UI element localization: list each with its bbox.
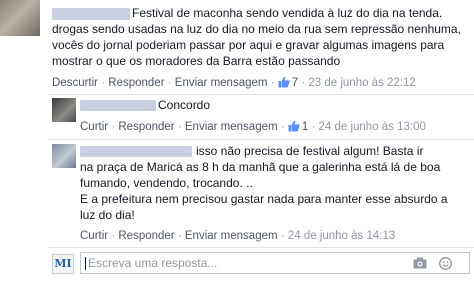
reply-text-line-2: na praça de Maricá as 8 h da manhã que a… bbox=[80, 160, 441, 174]
text-caret bbox=[85, 257, 86, 270]
separator-dot: · bbox=[177, 121, 182, 133]
separator-dot: · bbox=[167, 77, 172, 89]
separator-dot: · bbox=[177, 230, 182, 242]
reply-link[interactable]: Responder bbox=[118, 230, 174, 242]
like-count-value: 1 bbox=[301, 121, 309, 133]
reply-input-box[interactable]: Escreva uma resposta... bbox=[80, 252, 470, 274]
separator-dot: · bbox=[101, 77, 106, 89]
comment-actions: Descurtir · Responder · Enviar mensagem … bbox=[52, 76, 416, 90]
comment-author-name[interactable] bbox=[52, 8, 130, 20]
reply-author-name[interactable] bbox=[80, 100, 156, 111]
reply-text-line-1: Concordo bbox=[158, 98, 211, 112]
separator-dot: · bbox=[111, 230, 116, 242]
thumbs-up-icon bbox=[288, 120, 300, 132]
send-message-link[interactable]: Enviar mensagem bbox=[185, 230, 278, 242]
comment-divider bbox=[48, 94, 474, 95]
reply-link[interactable]: Responder bbox=[108, 77, 164, 89]
separator-dot: · bbox=[280, 230, 285, 242]
reply-divider bbox=[48, 139, 474, 140]
comment-text-line-3: vocês do jornal poderiam passar por aqui… bbox=[52, 38, 445, 52]
reply-actions: Curtir · Responder · Enviar mensagem · 2… bbox=[80, 229, 395, 243]
input-divider bbox=[48, 247, 474, 248]
reply-timestamp[interactable]: 24 de junho às 13:00 bbox=[318, 121, 425, 133]
like-count-value: 7 bbox=[291, 77, 299, 89]
reply-timestamp[interactable]: 24 de junho às 14:13 bbox=[288, 230, 395, 242]
comment-text-line-1: Festival de maconha sendo vendida à luz … bbox=[132, 6, 443, 20]
comment-author-avatar[interactable] bbox=[0, 0, 40, 36]
reply-input-placeholder: Escreva uma resposta... bbox=[88, 256, 218, 270]
separator-dot: · bbox=[111, 121, 116, 133]
reply-text-line-4: E a prefeitura nem precisou gastar nada … bbox=[80, 192, 448, 206]
comment-text-line-4: mostrar o que os moradores da Barra estã… bbox=[52, 54, 341, 68]
like-count[interactable]: 1 bbox=[288, 120, 312, 133]
reply-author-avatar[interactable] bbox=[52, 98, 76, 122]
thumbs-up-icon bbox=[278, 76, 290, 88]
reply-text-line-1: isso não precisa de festival algum! Bast… bbox=[196, 144, 424, 158]
reply-author-avatar[interactable] bbox=[52, 144, 76, 168]
reply-author-name[interactable] bbox=[80, 146, 192, 157]
separator-dot: · bbox=[280, 121, 285, 133]
like-link[interactable]: Curtir bbox=[80, 230, 108, 242]
comment-timestamp[interactable]: 23 de junho às 22:12 bbox=[308, 77, 415, 89]
send-message-link[interactable]: Enviar mensagem bbox=[185, 121, 278, 133]
separator-dot: · bbox=[301, 77, 306, 89]
current-user-avatar: MI bbox=[52, 254, 74, 274]
like-link[interactable]: Curtir bbox=[80, 121, 108, 133]
send-message-link[interactable]: Enviar mensagem bbox=[175, 77, 268, 89]
emoji-icon[interactable] bbox=[439, 257, 452, 270]
reply-link[interactable]: Responder bbox=[118, 121, 174, 133]
like-count[interactable]: 7 bbox=[278, 76, 302, 89]
reply-text-line-5: luz do dia! bbox=[80, 208, 135, 222]
unlike-link[interactable]: Descurtir bbox=[52, 77, 98, 89]
comment-text-line-2: drogas sendo usadas na luz do dia no mei… bbox=[52, 22, 461, 36]
reply-text-line-3: fumando, vendendo, trocando. .. bbox=[80, 176, 253, 190]
reply-actions: Curtir · Responder · Enviar mensagem · 1… bbox=[80, 120, 426, 134]
camera-icon[interactable] bbox=[413, 257, 427, 269]
separator-dot: · bbox=[270, 77, 275, 89]
separator-dot: · bbox=[311, 121, 316, 133]
